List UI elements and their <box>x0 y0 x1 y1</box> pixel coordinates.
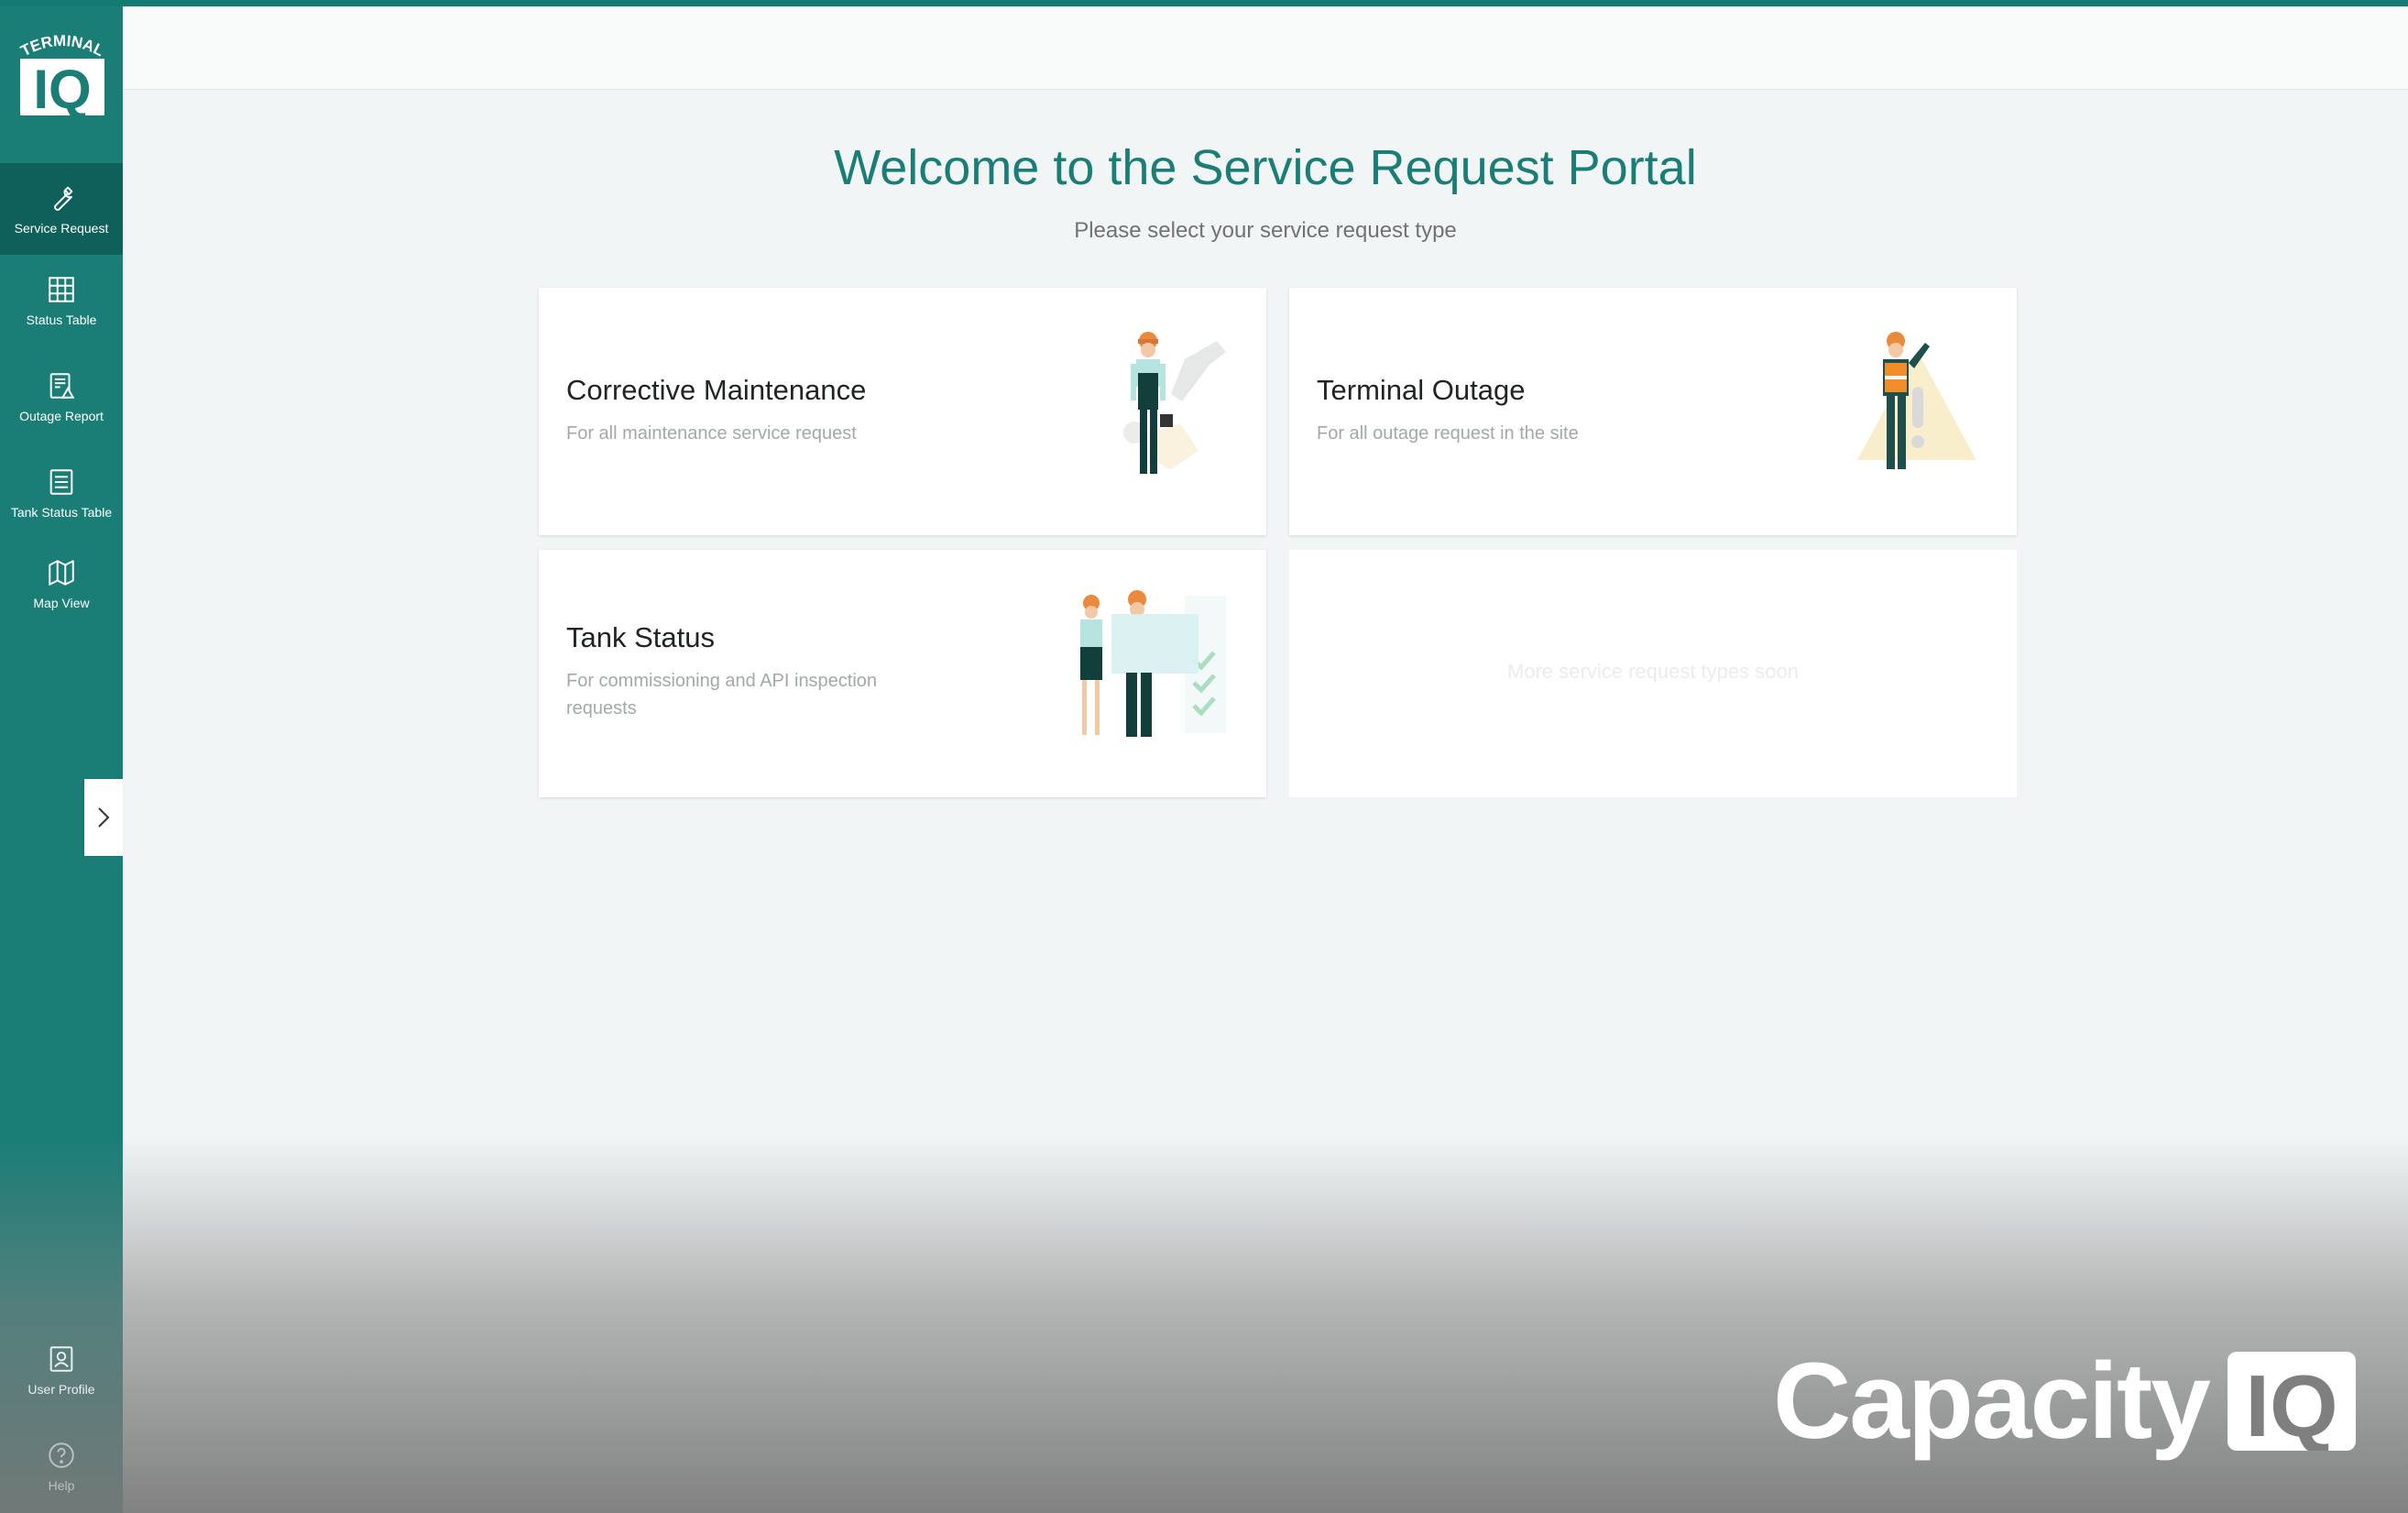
page-subtitle: Please select your service request type <box>1074 218 1457 243</box>
sidebar-item-help[interactable]: Help <box>0 1425 123 1508</box>
card-title: Tank Status <box>566 621 715 653</box>
card-title: Terminal Outage <box>1317 374 1526 406</box>
card-title: Corrective Maintenance <box>566 374 867 406</box>
page-title: Welcome to the Service Request Portal <box>834 140 1697 195</box>
svg-text:TERMINAL: TERMINAL <box>17 32 106 60</box>
sidebar-item-map-view[interactable]: Map View <box>0 538 123 630</box>
inspection-team-illustration <box>1080 590 1226 737</box>
sidebar-item-label: Outage Report <box>19 409 104 423</box>
expand-sidebar-button[interactable] <box>84 779 123 856</box>
chevron-right-icon <box>98 807 110 828</box>
grid-icon <box>49 277 74 302</box>
card-tank-status[interactable]: Tank Status For commissioning and API in… <box>539 550 1266 797</box>
svg-text:IQ: IQ <box>2245 1357 2337 1451</box>
card-terminal-outage[interactable]: Terminal Outage For all outage request i… <box>1289 288 2017 535</box>
wrench-icon <box>54 186 73 211</box>
sidebar-item-label: User Profile <box>27 1382 95 1397</box>
sidebar: TERMINAL IQ Service Request Status Table… <box>0 0 123 1513</box>
sidebar-item-label: Status Table <box>26 312 97 327</box>
brand-wordmark: Capacity <box>1773 1341 2211 1462</box>
sidebar-item-status-table[interactable]: Status Table <box>0 255 123 346</box>
card-corrective-maintenance[interactable]: Corrective Maintenance For all maintenan… <box>539 288 1266 535</box>
report-warning-icon <box>49 373 75 399</box>
maintenance-worker-illustration <box>1123 332 1226 474</box>
header-bar <box>123 6 2408 90</box>
sidebar-item-tank-status-table[interactable]: Tank Status Table <box>0 447 123 539</box>
help-icon <box>49 1442 74 1468</box>
card-description: For all maintenance service request <box>566 423 857 444</box>
sidebar-item-label: Tank Status Table <box>10 505 113 520</box>
card-description: For all outage request in the site <box>1317 423 1579 444</box>
card-description: For commissioning and API inspection req… <box>566 671 878 718</box>
capacity-iq-brand: Capacity IQ <box>1773 1347 2356 1455</box>
sidebar-item-label: Map View <box>33 596 90 610</box>
user-profile-icon <box>49 1346 73 1372</box>
sidebar-item-label: Help <box>48 1478 75 1493</box>
placeholder-text: More service request types soon <box>1507 660 1799 683</box>
sidebar-item-service-request[interactable]: Service Request <box>0 163 123 255</box>
list-icon <box>49 469 73 495</box>
brand-iq-logo: IQ <box>2227 1352 2356 1451</box>
outage-warning-illustration <box>1857 332 1976 469</box>
map-icon <box>49 560 74 586</box>
sidebar-item-outage-report[interactable]: Outage Report <box>0 351 123 443</box>
sidebar-item-user-profile[interactable]: User Profile <box>0 1329 123 1411</box>
terminal-iq-logo[interactable]: TERMINAL IQ <box>16 31 108 120</box>
top-accent-bar <box>0 0 2408 6</box>
svg-text:IQ: IQ <box>33 59 91 119</box>
sidebar-item-label: Service Request <box>14 221 109 236</box>
card-placeholder: More service request types soon <box>1289 550 2017 797</box>
